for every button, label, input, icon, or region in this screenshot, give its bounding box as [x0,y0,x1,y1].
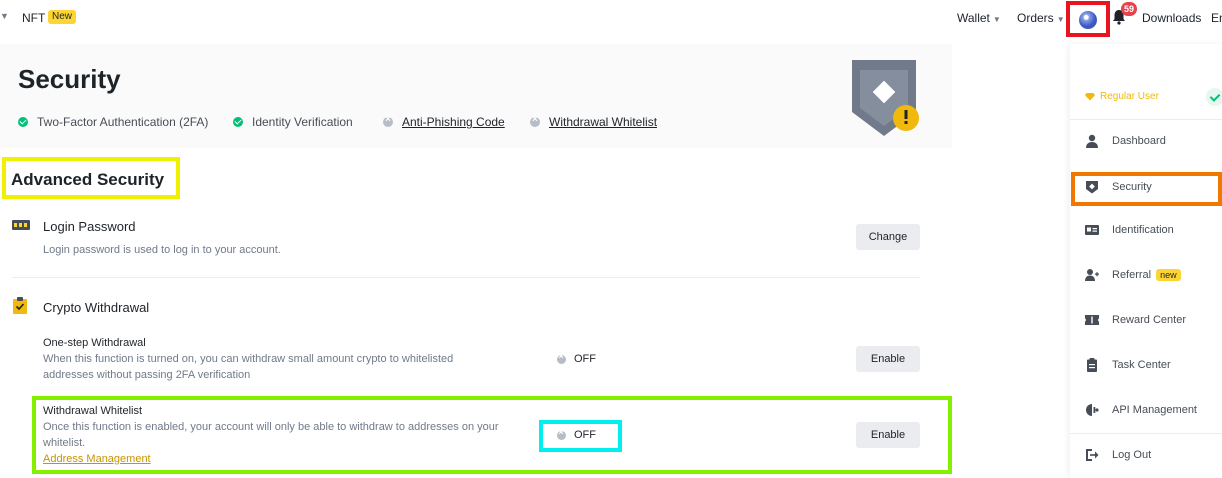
status-withdrawal-whitelist[interactable]: Withdrawal Whitelist [530,114,657,129]
menu-item-task-center[interactable]: Task Center [1085,358,1171,372]
account-avatar-button[interactable] [1066,1,1110,37]
menu-item-label: Referral [1112,269,1152,281]
one-step-description-line1: When this function is turned on, you can… [43,353,454,365]
ticket-icon [1085,315,1099,325]
enable-one-step-button[interactable]: Enable [856,346,920,372]
top-navigation-bar: ▼ NFT New Wallet ▼ Orders ▼ 59 Downloads E… [0,0,1222,37]
status-identity-verification: Identity Verification [233,115,353,129]
menu-item-label: Dashboard [1112,135,1166,147]
check-circle-icon [18,117,28,127]
enable-whitelist-button[interactable]: Enable [856,422,920,448]
menu-item-api-management[interactable]: API Management [1085,403,1197,417]
menu-item-dashboard[interactable]: Dashboard [1085,134,1166,148]
nft-new-badge: New [48,10,77,24]
withdrawal-whitelist-highlight [32,396,952,474]
nav-downloads-link[interactable]: Downloads [1142,11,1201,25]
login-password-description: Login password is used to log in to your… [43,244,281,256]
login-password-title: Login Password [43,219,136,234]
clipboard-icon [1087,358,1097,372]
menu-item-label: Reward Center [1112,314,1186,326]
nav-language-link[interactable]: En [1211,11,1222,25]
chevron-down-icon: ▼ [992,15,1001,24]
clipboard-check-icon [13,297,27,314]
password-icon [12,220,30,230]
whitelist-status: OFF [557,427,596,441]
menu-item-label: Identification [1112,224,1174,236]
crypto-withdrawal-title: Crypto Withdrawal [43,300,150,315]
menu-divider [1070,119,1222,120]
logout-icon [1086,449,1099,461]
nav-nft-link[interactable]: NFT [22,11,45,25]
menu-item-label: Security [1112,181,1152,193]
api-icon [1086,404,1099,416]
add-user-icon [1085,269,1099,281]
security-shield-illustration [852,60,919,136]
menu-item-reward-center[interactable]: Reward Center [1085,313,1186,327]
x-circle-icon [530,114,540,127]
one-step-status: OFF [557,351,596,365]
shield-icon [1086,181,1098,194]
section-title-advanced-security: Advanced Security [11,170,165,189]
one-step-description-line2: addresses without passing 2FA verificati… [43,369,251,381]
status-2fa: Two-Factor Authentication (2FA) [18,115,208,129]
verified-check-icon [1206,88,1222,106]
nav-wallet-menu[interactable]: Wallet ▼ [957,11,1001,25]
menu-item-label: Task Center [1112,359,1171,371]
x-circle-icon [557,351,566,364]
status-anti-phishing-link[interactable]: Anti-Phishing Code [402,115,505,129]
row-divider [12,277,920,278]
user-level: Regular User [1085,91,1159,102]
menu-item-identification[interactable]: Identification [1085,223,1174,237]
one-step-withdrawal-title: One-step Withdrawal [43,337,146,349]
security-header [0,44,952,148]
referral-new-badge: new [1156,269,1181,281]
x-circle-icon [557,427,566,440]
x-circle-icon [383,114,393,127]
status-whitelist-link[interactable]: Withdrawal Whitelist [549,115,657,129]
check-circle-icon [233,117,243,127]
chevron-down-icon: ▼ [1056,15,1065,24]
whitelist-description-line2: whitelist. [43,437,86,449]
avatar [1079,11,1097,29]
chevron-down-icon[interactable]: ▼ [0,11,9,21]
menu-divider [1070,433,1222,434]
whitelist-status-label: OFF [574,429,596,441]
menu-item-log-out[interactable]: Log Out [1085,448,1151,462]
notification-count-badge: 59 [1121,2,1138,16]
whitelist-description-line1: Once this function is enabled, your acco… [43,421,499,433]
id-card-icon [1085,225,1099,235]
user-level-label: Regular User [1100,91,1159,102]
nav-orders-menu[interactable]: Orders ▼ [1017,11,1065,25]
nav-orders-label: Orders [1017,11,1054,25]
menu-item-security[interactable]: Security [1085,180,1152,194]
menu-item-referral[interactable]: Referral new [1085,268,1181,282]
diamond-icon [1085,92,1095,101]
page-title: Security [18,64,121,94]
menu-item-label: API Management [1112,404,1197,416]
one-step-status-label: OFF [574,353,596,365]
menu-item-label: Log Out [1112,449,1152,461]
status-2fa-label: Two-Factor Authentication (2FA) [37,115,209,129]
status-identity-label: Identity Verification [252,115,353,129]
status-anti-phishing[interactable]: Anti-Phishing Code [383,114,505,129]
nav-wallet-label: Wallet [957,11,990,25]
change-password-button[interactable]: Change [856,224,920,250]
withdrawal-whitelist-title: Withdrawal Whitelist [43,405,143,417]
address-management-link[interactable]: Address Management [43,453,151,465]
person-icon [1086,134,1098,148]
